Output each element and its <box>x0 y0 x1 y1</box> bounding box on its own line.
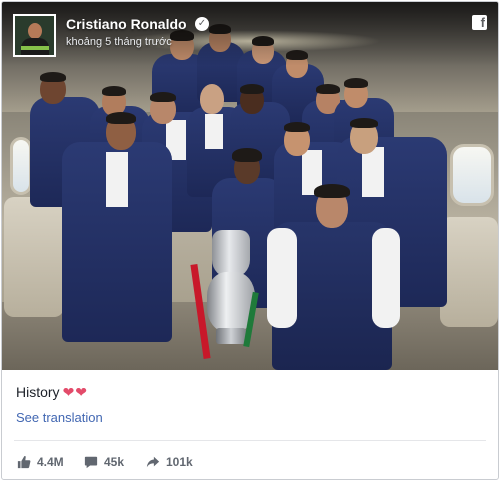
aircraft-seat <box>440 217 498 327</box>
likes-count: 4.4M <box>37 455 64 469</box>
facebook-post-card: Cristiano Ronaldo ✓ khoảng 5 tháng trước… <box>1 1 499 480</box>
author-name[interactable]: Cristiano Ronaldo <box>66 16 187 32</box>
header-overlay <box>2 2 498 66</box>
caption-text: History <box>16 384 60 400</box>
cabin-window <box>10 137 32 195</box>
thumbs-up-icon <box>17 456 31 469</box>
aircraft-seat <box>4 197 64 317</box>
comments-stat[interactable]: 45k <box>84 454 124 470</box>
post-photo[interactable]: Cristiano Ronaldo ✓ khoảng 5 tháng trước… <box>2 2 498 370</box>
shares-stat[interactable]: 101k <box>146 454 193 470</box>
trophy-base <box>216 328 246 344</box>
likes-stat[interactable]: 4.4M <box>17 454 64 470</box>
author-avatar[interactable] <box>13 14 56 57</box>
trophy-cup <box>212 230 250 278</box>
shares-count: 101k <box>166 455 193 469</box>
comments-count: 45k <box>104 455 125 469</box>
post-timestamp[interactable]: khoảng 5 tháng trước <box>66 36 172 48</box>
divider <box>14 440 486 441</box>
comment-bubble-icon <box>84 456 98 469</box>
post-caption: History ❤❤ <box>16 384 88 401</box>
facebook-icon[interactable]: f <box>472 15 487 30</box>
heart-emoji: ❤❤ <box>62 384 89 400</box>
share-arrow-icon <box>146 456 160 468</box>
see-translation-link[interactable]: See translation <box>16 410 103 425</box>
verified-check-icon: ✓ <box>195 17 209 31</box>
cabin-window <box>450 144 494 206</box>
